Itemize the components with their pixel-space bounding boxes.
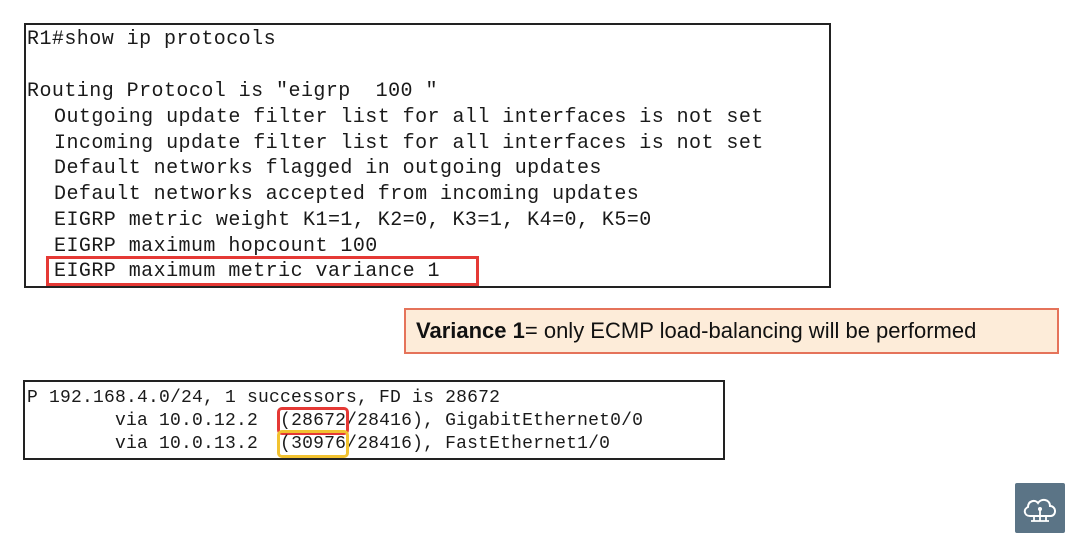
route-line-1: via 10.0.12.2 (28672/28416), GigabitEthe… <box>27 407 644 435</box>
topology-entry-line: P 192.168.4.0/24, 1 successors, FD is 28… <box>27 388 501 408</box>
terminal-line-outgoing-filter: Outgoing update filter list for all inte… <box>54 106 764 129</box>
terminal-line-incoming-filter: Incoming update filter list for all inte… <box>54 132 764 155</box>
terminal-line-default-accepted: Default networks accepted from incoming … <box>54 183 640 206</box>
route-1-metric: 28672 <box>291 411 347 431</box>
callout-bold-text: Variance 1 <box>416 318 525 343</box>
terminal-line-default-flagged: Default networks flagged in outgoing upd… <box>54 157 602 180</box>
cloud-network-icon-graphic <box>1023 498 1056 522</box>
route-2-prefix: via 10.0.13.2 <box>27 434 281 454</box>
route-1-rest: /28416), GigabitEthernet0/0 <box>346 411 644 431</box>
terminal-line-command: R1#show ip protocols <box>27 28 277 51</box>
route-1-prefix: via 10.0.12.2 <box>27 411 281 431</box>
eigrp-topology-output: P 192.168.4.0/24, 1 successors, FD is 28… <box>23 380 725 460</box>
route-line-2: via 10.0.13.2 (30976/28416), FastEtherne… <box>27 430 611 458</box>
route-2-metric-highlight: (30976 <box>277 430 350 458</box>
route-1-paren: ( <box>280 411 292 431</box>
route-2-metric: 30976 <box>291 434 347 454</box>
variance-callout: Variance 1 = only ECMP load-balancing wi… <box>404 308 1059 354</box>
terminal-line-metric-weight: EIGRP metric weight K1=1, K2=0, K3=1, K4… <box>54 209 652 232</box>
route-2-rest: /28416), FastEthernet1/0 <box>346 434 611 454</box>
show-ip-protocols-output: R1#show ip protocols Routing Protocol is… <box>24 23 831 288</box>
terminal-line-max-hopcount: EIGRP maximum hopcount 100 <box>54 235 378 258</box>
route-1-metric-highlight: (28672 <box>277 407 350 435</box>
variance-highlight-box <box>46 256 479 286</box>
callout-text: = only ECMP load-balancing will be perfo… <box>524 318 977 343</box>
terminal-line-routing-protocol: Routing Protocol is "eigrp 100 " <box>27 80 438 103</box>
cloud-network-icon <box>1015 483 1065 533</box>
route-2-paren: ( <box>280 434 292 454</box>
